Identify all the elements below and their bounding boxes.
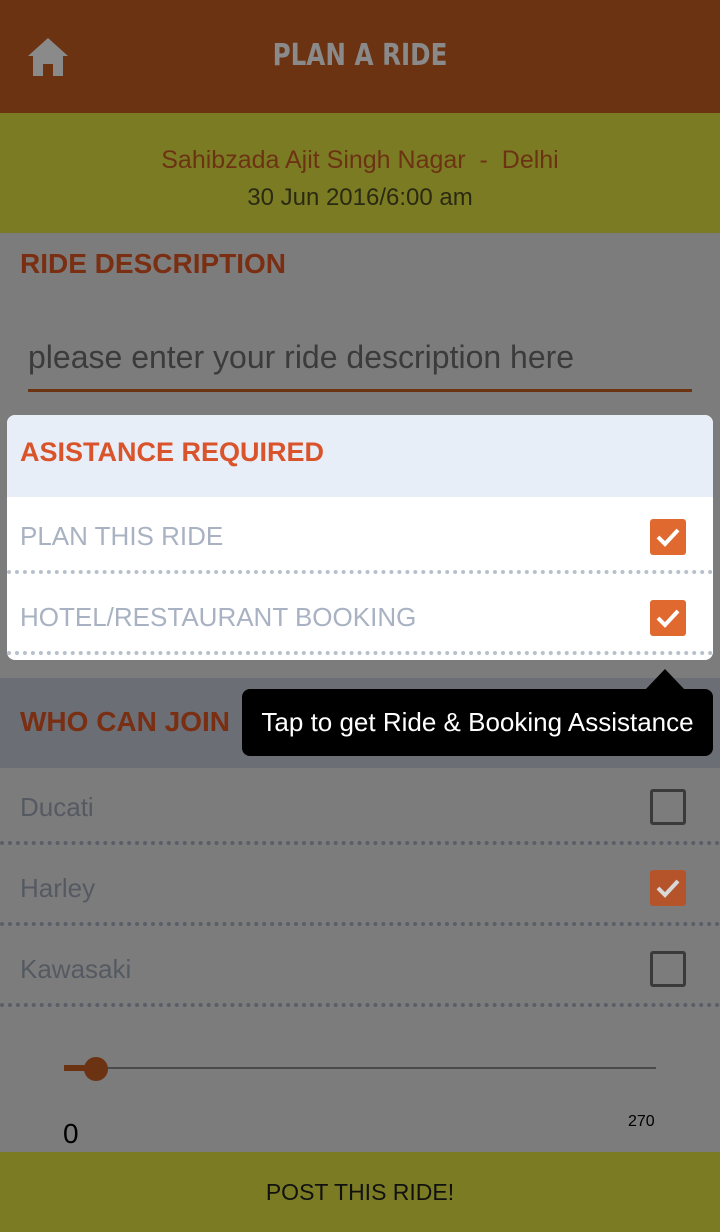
divider [0, 922, 720, 926]
kawasaki-checkbox[interactable] [650, 951, 686, 987]
bike-label: Harley [20, 873, 96, 903]
route-separator: - [479, 146, 488, 174]
checkmark-icon [656, 879, 680, 898]
route-line: Sahibzada Ajit Singh Nagar - Delhi [0, 146, 720, 175]
tooltip-arrow [645, 669, 685, 690]
booking-checkbox[interactable] [650, 600, 686, 636]
route-to: Delhi [501, 146, 559, 174]
assistance-title: ASISTANCE REQUIRED [20, 437, 325, 467]
assistance-item-label: PLAN THIS RIDE [20, 521, 224, 551]
route-datetime: 30 Jun 2016/6:00 am [247, 184, 473, 211]
ride-description-input[interactable] [28, 325, 692, 392]
range-slider-thumb[interactable] [84, 1057, 108, 1081]
slider-min-label: 0 [63, 1118, 79, 1149]
assistance-item-label: HOTEL/RESTAURANT BOOKING [20, 602, 417, 632]
bike-label: Kawasaki [20, 954, 132, 984]
route-from: Sahibzada Ajit Singh Nagar [161, 146, 466, 174]
slider-max-label: 270 [628, 1113, 655, 1130]
who-can-join-title: WHO CAN JOIN [20, 706, 230, 737]
assistance-card: ASISTANCE REQUIRED PLAN THIS RIDE HOTEL/… [7, 415, 713, 660]
post-ride-button[interactable]: POST THIS RIDE! [0, 1152, 720, 1232]
divider [7, 651, 713, 655]
checkmark-icon [656, 528, 680, 547]
home-icon[interactable] [26, 35, 70, 79]
harley-checkbox[interactable] [650, 870, 686, 906]
range-slider-track[interactable] [64, 1067, 656, 1069]
divider [0, 841, 720, 845]
ride-description-title: RIDE DESCRIPTION [20, 248, 287, 279]
ducati-checkbox[interactable] [650, 789, 686, 825]
divider [7, 570, 713, 574]
page-title: PLAN A RIDE [272, 38, 448, 73]
checkmark-icon [656, 609, 680, 628]
bike-label: Ducati [20, 792, 94, 822]
assistance-tooltip[interactable]: Tap to get Ride & Booking Assistance [242, 689, 713, 756]
divider [0, 1003, 720, 1007]
plan-ride-checkbox[interactable] [650, 519, 686, 555]
